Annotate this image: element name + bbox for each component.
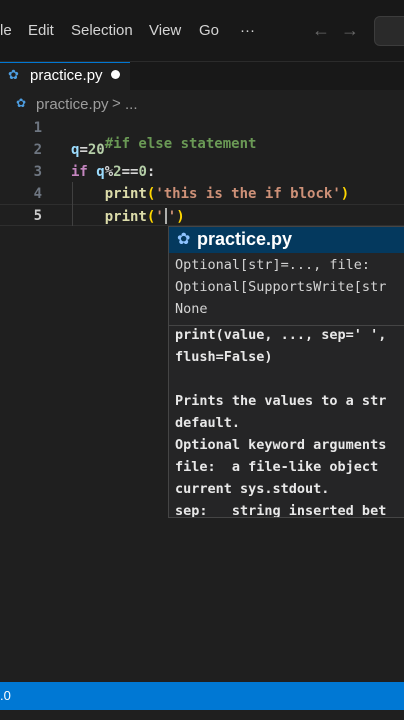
popup-text-line: Optional[SupportsWrite[str bbox=[175, 279, 387, 295]
tab-bar: ✿ practice.py bbox=[0, 62, 404, 90]
code-line-5[interactable]: print(' ') bbox=[71, 208, 185, 225]
function-token: print bbox=[104, 209, 147, 225]
title-menu-bar: le Edit Selection View Go ··· ← → bbox=[0, 0, 404, 62]
number-token: 2 bbox=[113, 164, 122, 180]
menu-edit[interactable]: Edit bbox=[28, 22, 54, 39]
status-bar: .0 bbox=[0, 682, 404, 710]
menu-selection[interactable]: Selection bbox=[71, 22, 133, 39]
number-token: 0 bbox=[138, 164, 147, 180]
function-token: print bbox=[104, 186, 147, 202]
tab-practice-py[interactable]: ✿ practice.py bbox=[0, 62, 130, 90]
line-number: 3 bbox=[33, 164, 42, 180]
string-token: 'this is the if block' bbox=[155, 186, 341, 202]
popup-doc-line: sep: string inserted bet bbox=[175, 503, 387, 518]
popup-doc-line: Optional keyword arguments bbox=[175, 437, 387, 453]
breadcrumb-file[interactable]: practice.py bbox=[36, 96, 109, 113]
operator-token: = bbox=[79, 142, 88, 158]
status-item[interactable]: .0 bbox=[0, 688, 11, 703]
popup-doc-line: file: a file-like object bbox=[175, 459, 379, 475]
line-number-active: 5 bbox=[33, 208, 42, 224]
string-token: ' bbox=[167, 209, 177, 225]
text-cursor bbox=[164, 208, 167, 224]
popup-signature-line: flush=False) bbox=[175, 349, 273, 365]
command-center[interactable] bbox=[374, 16, 404, 46]
python-icon: ✿ bbox=[16, 96, 27, 110]
identifier-token: q bbox=[96, 164, 105, 180]
current-line-highlight bbox=[0, 204, 404, 226]
line-number: 4 bbox=[33, 186, 42, 202]
menu-view[interactable]: View bbox=[149, 22, 181, 39]
popup-doc-line: Prints the values to a str bbox=[175, 393, 387, 409]
comment-token: #if else statement bbox=[104, 136, 257, 152]
colon-token: : bbox=[146, 164, 156, 180]
breadcrumb: ✿ practice.py > ... bbox=[0, 94, 404, 116]
paren-token: ) bbox=[176, 209, 185, 225]
popup-text-line: None bbox=[175, 301, 208, 317]
code-line-3[interactable]: if q%2==0: bbox=[71, 164, 155, 180]
menu-file[interactable]: le bbox=[0, 22, 12, 39]
python-icon: ✿ bbox=[177, 231, 191, 248]
popup-doc-line: current sys.stdout. bbox=[175, 481, 330, 497]
popup-title: practice.py bbox=[197, 229, 293, 249]
popup-divider bbox=[169, 325, 404, 326]
popup-doc-line: default. bbox=[175, 415, 241, 431]
code-line-2[interactable]: q=20 bbox=[71, 142, 105, 158]
signature-help-popup[interactable]: ✿ practice.py Optional[str]=..., file: O… bbox=[168, 226, 404, 518]
python-icon: ✿ bbox=[8, 67, 19, 82]
operator-token: == bbox=[121, 164, 139, 180]
tab-label: practice.py bbox=[30, 67, 103, 84]
popup-header: ✿ practice.py bbox=[169, 227, 404, 253]
breadcrumb-separator: > bbox=[112, 95, 121, 112]
popup-text-line: Optional[str]=..., file: bbox=[175, 257, 371, 273]
code-line-4[interactable]: print('this is the if block') bbox=[71, 186, 349, 202]
popup-signature-line: print(value, ..., sep=' ', bbox=[175, 327, 387, 343]
breadcrumb-symbols[interactable]: ... bbox=[125, 96, 138, 113]
operator-token: % bbox=[104, 164, 114, 180]
arrow-left-icon[interactable]: ← bbox=[312, 20, 330, 41]
paren-token: ) bbox=[340, 186, 350, 202]
menu-go[interactable]: Go bbox=[199, 22, 219, 39]
number-token: 20 bbox=[87, 142, 105, 158]
arrow-right-icon[interactable]: → bbox=[341, 20, 359, 41]
keyword-token: if bbox=[71, 164, 88, 180]
string-token: ' bbox=[155, 209, 164, 225]
line-number: 1 bbox=[33, 120, 42, 136]
unsaved-dot-icon[interactable] bbox=[111, 70, 120, 79]
line-number: 2 bbox=[33, 142, 42, 158]
menu-more[interactable]: ··· bbox=[240, 22, 255, 39]
